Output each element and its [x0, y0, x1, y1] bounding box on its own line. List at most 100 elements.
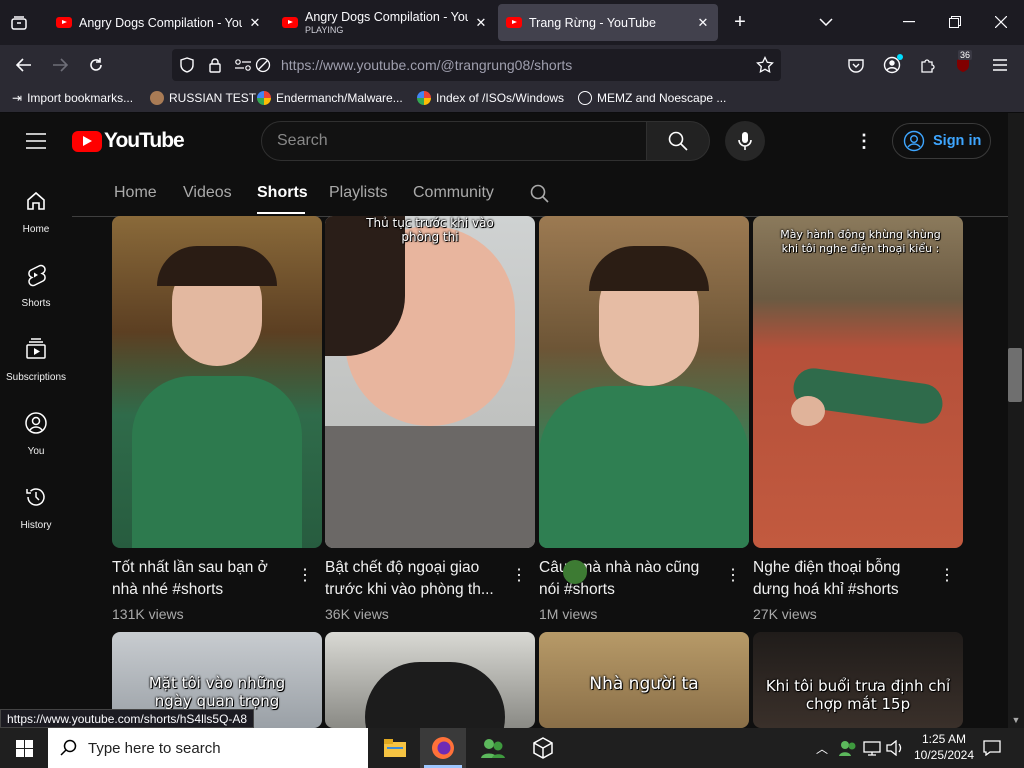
- tab-community[interactable]: Community: [413, 184, 494, 202]
- sidebar-label: You: [27, 446, 45, 457]
- bookmark-isos[interactable]: Index of /ISOs/Windows: [417, 91, 564, 105]
- show-hidden-icons-chevron-icon[interactable]: ︿: [814, 740, 830, 756]
- more-actions-icon[interactable]: ⋮: [725, 565, 741, 585]
- home-icon: [27, 191, 45, 210]
- short-thumbnail-6[interactable]: [325, 632, 535, 728]
- bookmark-star-icon[interactable]: [755, 55, 775, 75]
- channel-search-icon[interactable]: [529, 183, 551, 205]
- short-title[interactable]: Nghe điện thoại bỗng dưng hoá khỉ #short…: [753, 557, 923, 601]
- bookmark-russian-test[interactable]: RUSSIAN TEST: [150, 91, 256, 105]
- sidebar-item-home[interactable]: Home: [0, 189, 72, 235]
- taskbar-clock[interactable]: 1:25 AM 10/25/2024: [912, 731, 976, 763]
- short-overlay-text: Thủ tục trước khi vào phòng thi: [366, 216, 494, 244]
- page-scrollbar-thumb[interactable]: [1008, 348, 1022, 402]
- back-icon[interactable]: [12, 54, 36, 76]
- restore-icon[interactable]: [944, 12, 966, 32]
- tab-videos[interactable]: Videos: [183, 184, 232, 202]
- people-app-icon[interactable]: [474, 730, 512, 766]
- more-actions-icon[interactable]: ⋮: [939, 565, 955, 585]
- tab-playlists[interactable]: Playlists: [329, 184, 388, 202]
- windows-start-icon[interactable]: [0, 728, 48, 768]
- more-actions-icon[interactable]: ⋮: [511, 565, 527, 585]
- new-tab-icon[interactable]: +: [730, 11, 750, 33]
- tab-list-icon[interactable]: [8, 12, 30, 34]
- short-views: 131K views: [112, 606, 184, 622]
- youtube-favicon-icon: [282, 17, 298, 28]
- short-overlay-text: Mày hành động khùng khùng khi tôi nghe đ…: [780, 228, 941, 255]
- tracking-protection-shield-icon[interactable]: [178, 56, 196, 74]
- guide-menu-icon[interactable]: [24, 129, 48, 153]
- youtube-logo-text[interactable]: YouTube: [104, 129, 185, 153]
- active-tab-underline: [257, 212, 305, 214]
- settings-more-icon[interactable]: ⋮: [854, 131, 874, 151]
- short-thumbnail-1[interactable]: [112, 216, 322, 548]
- google-icon: [257, 91, 271, 105]
- scroll-down-arrow-icon[interactable]: ▼: [1010, 714, 1022, 726]
- extension-badge: 36: [958, 50, 973, 60]
- sign-in-label: Sign in: [933, 133, 982, 149]
- bookmark-favicon-icon: [150, 91, 164, 105]
- subscriptions-icon: [26, 338, 46, 359]
- sidebar-label: Home: [22, 224, 50, 235]
- tab-home[interactable]: Home: [114, 184, 157, 202]
- tray-people-icon[interactable]: [838, 738, 858, 758]
- autoplay-blocked-icon[interactable]: [254, 56, 272, 74]
- volume-icon[interactable]: [885, 738, 905, 758]
- search-placeholder: Search: [277, 132, 328, 149]
- notifications-icon[interactable]: [982, 738, 1002, 758]
- pocket-icon[interactable]: [846, 55, 866, 75]
- history-icon: [26, 488, 45, 506]
- lock-icon[interactable]: [206, 56, 224, 74]
- browser-tab-3-active[interactable]: Trang Rừng - YouTube ✕: [498, 4, 718, 41]
- tab-title: Angry Dogs Compilation - YouTube: [79, 15, 242, 30]
- sign-in-button[interactable]: Sign in: [892, 123, 991, 159]
- short-overlay-text: Mặt tôi vào những ngày quan trọng: [148, 674, 286, 710]
- file-explorer-icon[interactable]: [376, 730, 414, 766]
- 3d-viewer-icon[interactable]: [524, 730, 562, 766]
- extensions-puzzle-icon[interactable]: [918, 55, 938, 75]
- taskbar-search-placeholder: Type here to search: [88, 739, 221, 757]
- permissions-icon[interactable]: [233, 56, 253, 74]
- network-icon[interactable]: [862, 738, 882, 758]
- close-tab-icon[interactable]: ✕: [474, 15, 488, 31]
- close-tab-icon[interactable]: ✕: [696, 15, 710, 31]
- search-button[interactable]: [646, 121, 710, 161]
- short-thumbnail-3[interactable]: [539, 216, 749, 548]
- more-actions-icon[interactable]: ⋮: [297, 565, 313, 585]
- short-thumbnail-2[interactable]: Thủ tục trước khi vào phòng thi: [325, 216, 535, 548]
- minimize-icon[interactable]: [898, 12, 920, 32]
- sidebar-item-history[interactable]: History: [0, 485, 72, 531]
- reload-icon[interactable]: [84, 54, 108, 76]
- short-thumbnail-7[interactable]: Nhà người ta: [539, 632, 749, 728]
- sidebar-item-you[interactable]: You: [0, 411, 72, 457]
- microphone-icon: [738, 132, 752, 150]
- list-all-tabs-icon[interactable]: [816, 12, 836, 32]
- taskbar-search-box[interactable]: Type here to search: [48, 728, 368, 768]
- close-tab-icon[interactable]: ✕: [248, 15, 262, 31]
- short-overlay-text: Khi tôi buổi trưa định chỉ chợp mắt 15p: [765, 677, 951, 713]
- short-thumbnail-8[interactable]: Khi tôi buổi trưa định chỉ chợp mắt 15p: [753, 632, 963, 728]
- browser-tab-1[interactable]: Angry Dogs Compilation - YouTube ✕: [48, 4, 270, 41]
- sidebar-item-subscriptions[interactable]: Subscriptions: [0, 337, 72, 383]
- bookmark-import[interactable]: ⇥ Import bookmarks...: [12, 91, 133, 105]
- firefox-taskbar-icon[interactable]: [420, 728, 466, 768]
- clock-time: 1:25 AM: [921, 732, 967, 746]
- sidebar-label: Shorts: [21, 298, 51, 309]
- bookmark-endermanch[interactable]: Endermanch/Malware...: [257, 91, 403, 105]
- short-thumbnail-4[interactable]: Mày hành động khùng khùng khi tôi nghe đ…: [753, 216, 963, 548]
- forward-icon[interactable]: [48, 54, 72, 76]
- page-scrollbar-track[interactable]: [1008, 113, 1024, 728]
- menu-hamburger-icon[interactable]: [990, 55, 1010, 75]
- youtube-logo-icon[interactable]: [72, 131, 102, 152]
- bookmark-memz[interactable]: MEMZ and Noescape ...: [578, 91, 726, 105]
- browser-tab-2[interactable]: Angry Dogs Compilation - YouTubePLAYING …: [274, 4, 496, 41]
- short-title[interactable]: Bật chết độ ngoại giao trước khi vào phò…: [325, 557, 505, 601]
- url-text[interactable]: https://www.youtube.com/@trangrung08/sho…: [281, 57, 572, 73]
- tab-shorts[interactable]: Shorts: [257, 184, 308, 202]
- sidebar-item-shorts[interactable]: Shorts: [0, 263, 72, 309]
- globe-icon: [578, 91, 592, 105]
- import-icon: ⇥: [12, 91, 23, 105]
- voice-search-button[interactable]: [725, 121, 765, 161]
- close-window-icon[interactable]: [990, 12, 1012, 32]
- short-title[interactable]: Tốt nhất lần sau bạn ở nhà nhé #shorts: [112, 557, 282, 601]
